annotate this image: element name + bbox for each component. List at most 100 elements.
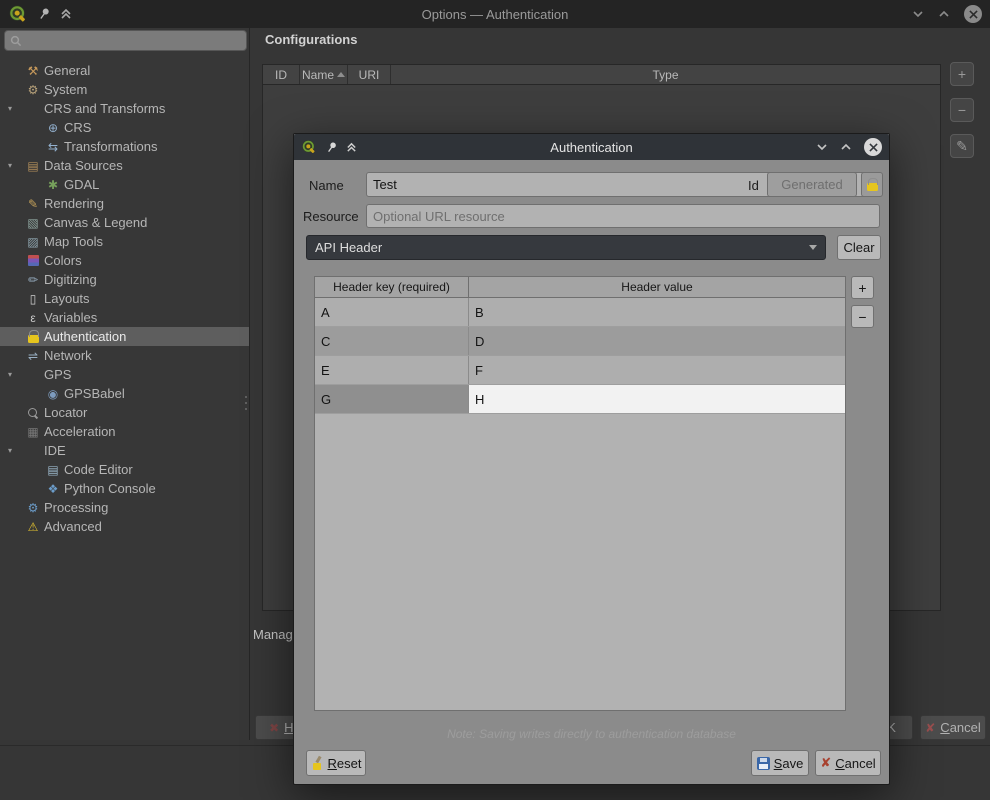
code-editor-icon: ▤ xyxy=(44,461,62,478)
sidebar-item[interactable]: Authentication xyxy=(0,327,249,346)
main-titlebar: Options — Authentication xyxy=(0,0,990,28)
window-title: Options — Authentication xyxy=(0,7,990,22)
sidebar-item[interactable]: ⚠ Advanced xyxy=(0,517,249,536)
save-note: Note: Saving writes directly to authenti… xyxy=(294,727,889,741)
remove-configuration-button[interactable]: − xyxy=(950,98,974,122)
pin-icon[interactable] xyxy=(323,139,339,156)
splitter-handle[interactable] xyxy=(245,396,247,410)
cancel-icon: ✘ xyxy=(820,755,831,771)
header-key-cell[interactable]: C xyxy=(315,327,469,355)
column-uri[interactable]: URI xyxy=(348,65,391,84)
canvas-icon: ▧ xyxy=(24,214,42,231)
header-table-row[interactable]: G H xyxy=(315,385,845,414)
sidebar-item[interactable]: Locator xyxy=(0,403,249,422)
digitizing-icon: ✏ xyxy=(24,271,42,288)
search-icon xyxy=(10,35,22,47)
remove-header-button[interactable]: − xyxy=(851,305,874,328)
save-button[interactable]: Save xyxy=(751,750,809,776)
header-table-row[interactable]: C D xyxy=(315,327,845,356)
id-label: Id xyxy=(748,178,759,193)
qgis-logo-icon xyxy=(8,4,28,24)
edit-configuration-button[interactable]: ✎ xyxy=(950,134,974,158)
search-input[interactable] xyxy=(27,31,242,50)
sidebar-item[interactable]: ▨ Map Tools xyxy=(0,232,249,251)
sidebar-item[interactable]: ❖ Python Console xyxy=(0,479,249,498)
sidebar-item[interactable]: ▤ Code Editor xyxy=(0,460,249,479)
main-cancel-button[interactable]: ✘ Cancel xyxy=(920,715,986,740)
processing-icon: ⚙ xyxy=(24,499,42,516)
header-value-cell[interactable]: D xyxy=(469,327,845,355)
sidebar-item[interactable]: Colors xyxy=(0,251,249,270)
name-label: Name xyxy=(309,178,344,193)
sidebar-item[interactable]: ✏ Digitizing xyxy=(0,270,249,289)
sidebar-item[interactable]: ⚙ System xyxy=(0,80,249,99)
close-icon[interactable] xyxy=(964,5,982,23)
column-id[interactable]: ID xyxy=(263,65,300,84)
globe-icon: ⊕ xyxy=(44,119,62,136)
method-select[interactable]: API Header xyxy=(306,235,826,260)
header-key-cell[interactable]: G xyxy=(315,385,469,413)
chevron-down-icon xyxy=(809,245,817,250)
sidebar-item[interactable]: ⚙ Processing xyxy=(0,498,249,517)
gdal-icon: ✱ xyxy=(44,176,62,193)
sidebar-item[interactable]: ✎ Rendering xyxy=(0,194,249,213)
reset-brush-icon xyxy=(311,756,324,770)
chevron-up-icon[interactable] xyxy=(840,141,852,153)
rollup-icon[interactable] xyxy=(346,142,357,153)
chevron-down-icon[interactable] xyxy=(912,8,924,20)
id-field xyxy=(767,172,857,197)
save-icon xyxy=(757,757,770,770)
header-value-cell[interactable]: F xyxy=(469,356,845,384)
header-table: Header key (required) Header value A B C… xyxy=(314,276,846,711)
header-value-cell[interactable]: H xyxy=(469,385,845,413)
resource-input[interactable] xyxy=(366,204,880,228)
sidebar-item[interactable]: ▾ ▤ Data Sources xyxy=(0,156,249,175)
chevron-up-icon[interactable] xyxy=(938,8,950,20)
gpsbabel-icon: ◉ xyxy=(44,385,62,402)
column-name[interactable]: Name xyxy=(300,65,348,84)
options-tree: ⚒ General ⚙ System ▾ CRS and Transforms xyxy=(0,61,249,536)
sidebar-item[interactable]: ε Variables xyxy=(0,308,249,327)
warning-icon: ⚠ xyxy=(24,518,42,535)
column-type[interactable]: Type xyxy=(391,65,940,84)
options-window: Options — Authentication ⚒ General xyxy=(0,0,990,800)
sidebar-item[interactable]: ▾ GPS xyxy=(0,365,249,384)
clear-button[interactable]: Clear xyxy=(837,235,881,260)
expander-icon: ▾ xyxy=(8,161,24,170)
header-table-row[interactable]: A B xyxy=(315,298,845,327)
sidebar-item[interactable]: ◉ GPSBabel xyxy=(0,384,249,403)
configurations-table-header: ID Name URI Type xyxy=(263,65,940,85)
reset-button[interactable]: Reset xyxy=(306,750,366,776)
rollup-icon[interactable] xyxy=(60,8,72,20)
expander-icon: ▾ xyxy=(8,104,24,113)
authentication-dialog: Authentication Name Id Resource API Head… xyxy=(293,133,890,785)
header-key-cell[interactable]: E xyxy=(315,356,469,384)
search-box xyxy=(4,30,247,51)
cancel-button[interactable]: ✘ Cancel xyxy=(815,750,881,776)
hammer-icon: ⚒ xyxy=(24,62,42,79)
sidebar-item[interactable]: ⊕ CRS xyxy=(0,118,249,137)
transform-icon: ⇆ xyxy=(44,138,62,155)
close-icon[interactable] xyxy=(864,138,882,156)
expander-icon: ▾ xyxy=(8,446,24,455)
sidebar-item[interactable]: ⇌ Network xyxy=(0,346,249,365)
header-table-row[interactable]: E F xyxy=(315,356,845,385)
sidebar-item[interactable]: ▾ CRS and Transforms xyxy=(0,99,249,118)
resource-label: Resource xyxy=(303,209,359,224)
sidebar-item[interactable]: ✱ GDAL xyxy=(0,175,249,194)
sidebar-item[interactable]: ⇆ Transformations xyxy=(0,137,249,156)
sidebar-item[interactable]: ▾ IDE xyxy=(0,441,249,460)
header-key-cell[interactable]: A xyxy=(315,298,469,326)
sort-ascending-icon xyxy=(337,72,345,77)
sidebar-item[interactable]: ▦ Acceleration xyxy=(0,422,249,441)
sidebar-item[interactable]: ⚒ General xyxy=(0,61,249,80)
add-configuration-button[interactable]: + xyxy=(950,62,974,86)
add-header-button[interactable]: + xyxy=(851,276,874,299)
pin-icon[interactable] xyxy=(35,5,53,23)
help-icon: ✖ xyxy=(269,721,279,735)
header-value-cell[interactable]: B xyxy=(469,298,845,326)
sidebar-item[interactable]: ▧ Canvas & Legend xyxy=(0,213,249,232)
chevron-down-icon[interactable] xyxy=(816,141,828,153)
id-lock-button[interactable] xyxy=(861,172,883,197)
sidebar-item[interactable]: ▯ Layouts xyxy=(0,289,249,308)
